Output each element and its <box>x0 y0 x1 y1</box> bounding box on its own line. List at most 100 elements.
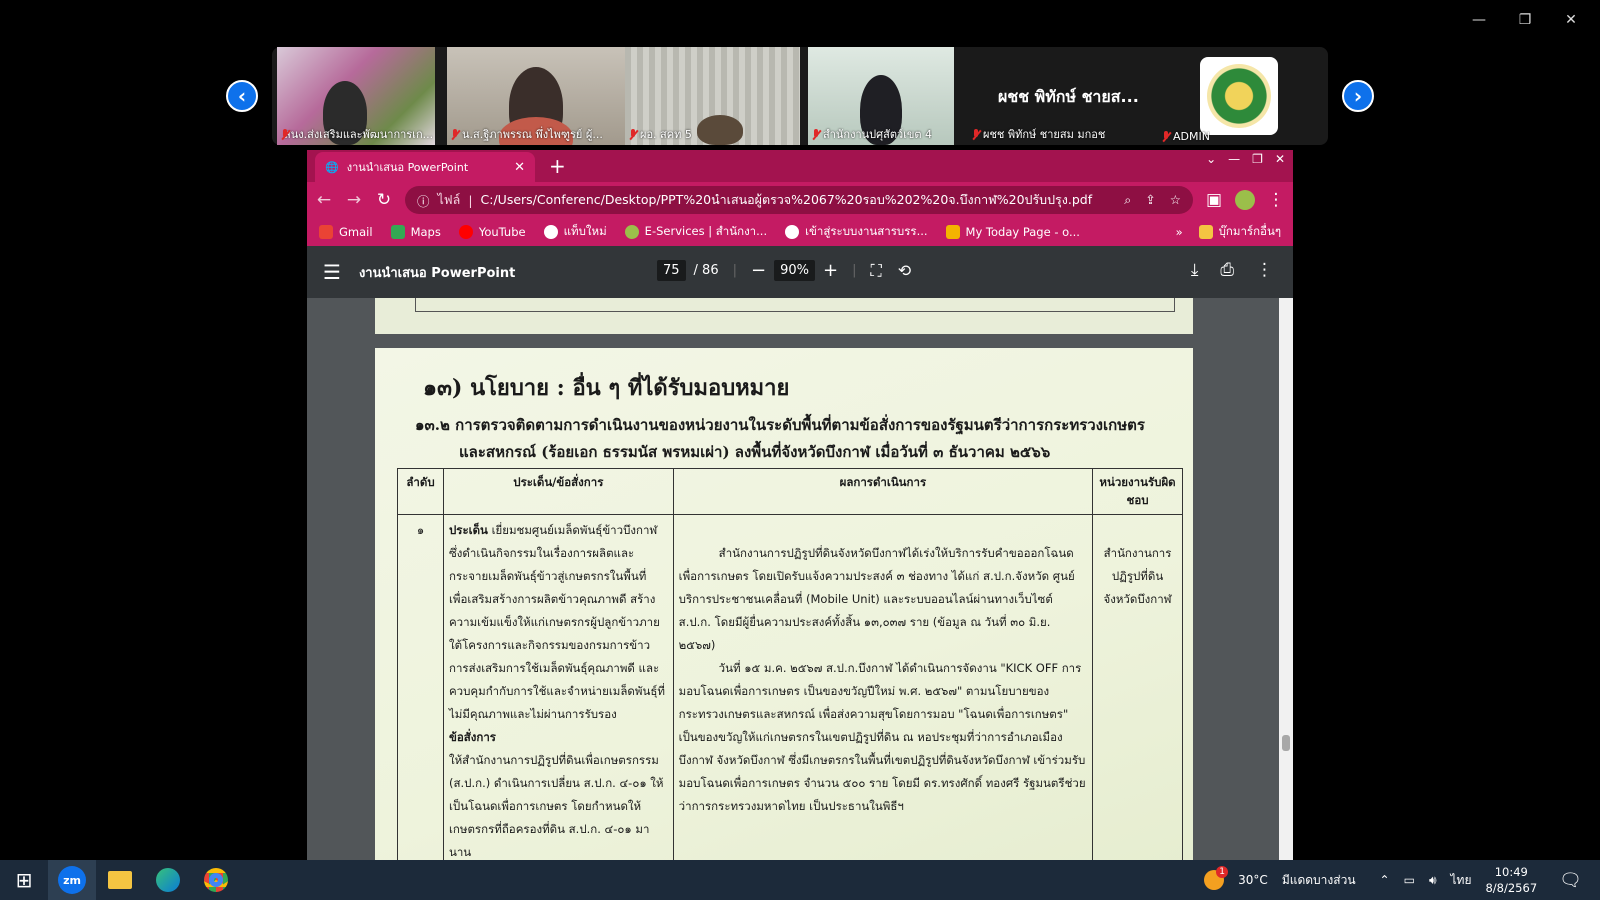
restore-icon[interactable]: ❐ <box>1504 8 1546 32</box>
minimize-icon[interactable]: — <box>1228 152 1240 166</box>
address-bar[interactable]: ⓘ ไฟล์ | C:/Users/Conferenc/Desktop/PPT%… <box>405 186 1193 214</box>
bookmark-gmail[interactable]: Gmail <box>319 225 373 239</box>
weather-icon[interactable]: 1 <box>1204 866 1229 890</box>
participant-tile[interactable]: ผอ. สคท 5 <box>625 47 800 145</box>
bookmark-new-tab[interactable]: แท็บใหม่ <box>543 223 607 241</box>
chrome-icon[interactable] <box>192 860 240 900</box>
close-icon[interactable]: ✕ <box>1275 152 1285 166</box>
result-paragraph: สำนักงานการปฏิรูปที่ดินจังหวัดบึงกาฬได้เ… <box>678 546 1075 652</box>
participant-name: ADMIN <box>1162 130 1210 143</box>
chevron-right-icon: › <box>1353 84 1363 108</box>
bookmarks-bar: Gmail Maps YouTube แท็บใหม่ E-Services |… <box>307 218 1293 246</box>
pdf-toolbar: ☰ งานนำเสนอ PowerPoint 75 / 86 | − 90% +… <box>307 246 1293 298</box>
bookmarks-overflow-button[interactable]: » <box>1176 225 1183 239</box>
restore-icon[interactable]: ❐ <box>1252 152 1263 166</box>
minimize-icon[interactable]: — <box>1458 8 1500 32</box>
participant-tile[interactable]: น.ส.ฐิภาพรรณ พึ่งไพฑูรย์ ผู้... <box>447 47 625 145</box>
participant-tile[interactable]: สนง.ส่งเสริมและพัฒนาการเก... <box>277 47 435 145</box>
zoom-logo-icon: zm <box>58 866 86 894</box>
page-navigator: 75 / 86 | − 90% + | ⛶ ⟲ <box>657 260 911 281</box>
kebab-menu-icon[interactable]: ⋮ <box>1267 190 1285 210</box>
mic-muted-icon <box>629 128 637 140</box>
clock[interactable]: 10:49 8/8/2567 <box>1485 864 1537 896</box>
slide-heading: ๑๓) นโยบาย : อื่น ๆ ที่ได้รับมอบหมาย <box>423 375 790 401</box>
zoom-app-icon[interactable]: zm <box>48 860 96 900</box>
table-row: ๑ ประเด็น เยี่ยมชมศูนย์เมล็ดพันธุ์ข้าวบึ… <box>397 514 1183 860</box>
input-language[interactable]: ไทย <box>1451 871 1472 890</box>
issue-text: เยี่ยมชมศูนย์เมล็ดพันธุ์ข้าวบึงกาฬ ซึ่งด… <box>448 523 665 721</box>
participant-name: ผชช พิทักษ์ ชายสม มกอช <box>972 125 1105 143</box>
tab-title: งานนำเสนอ PowerPoint <box>346 161 469 174</box>
participant-tile[interactable]: ผชช พิทักษ์ ชายส... ผชช พิทักษ์ ชายสม มก… <box>968 47 1158 145</box>
new-tab-button[interactable]: + <box>549 154 566 178</box>
other-bookmarks-folder[interactable]: บุ๊กมาร์กอื่นๆ <box>1198 223 1281 241</box>
bookmark-maps[interactable]: Maps <box>390 225 441 239</box>
page-total: / 86 <box>693 263 719 278</box>
speaker-icon[interactable]: 🔊︎ <box>1429 873 1437 888</box>
browser-tab[interactable]: 🌐 งานนำเสนอ PowerPoint ✕ <box>315 152 535 182</box>
share-icon[interactable]: ⇪ <box>1145 192 1155 208</box>
tab-search-icon[interactable]: ⌄ <box>1206 152 1216 166</box>
bookmark-saraban[interactable]: เข้าสู่ระบบงานสารบรร... <box>785 223 928 241</box>
zoom-input[interactable]: 90% <box>774 260 815 281</box>
gallery-prev-button[interactable]: ‹ <box>226 80 258 112</box>
toolbar: ← → ↻ ⓘ ไฟล์ | C:/Users/Conferenc/Deskto… <box>307 182 1293 218</box>
scrollbar[interactable] <box>1279 298 1293 860</box>
bookmarks-right: » บุ๊กมาร์กอื่นๆ <box>1176 223 1281 241</box>
globe-icon: 🌐 <box>325 160 339 174</box>
pdf-viewer[interactable]: ๑๓) นโยบาย : อื่น ๆ ที่ได้รับมอบหมาย ๑๓.… <box>307 298 1293 860</box>
chevron-up-icon[interactable]: ⌃ <box>1380 873 1390 887</box>
close-tab-icon[interactable]: ✕ <box>514 160 525 175</box>
page-number-input[interactable]: 75 <box>657 260 686 281</box>
reload-icon[interactable]: ↻ <box>375 190 393 210</box>
zoom-icon[interactable]: ⌕ <box>1124 192 1131 208</box>
participant-tile[interactable]: สำนักงานปศุสัตว์เขต 4 <box>808 47 954 145</box>
gallery-next-button[interactable]: › <box>1342 80 1374 112</box>
scrollbar-thumb[interactable] <box>1282 735 1290 751</box>
tab-window-controls: ⌄ — ❐ ✕ <box>1206 152 1285 166</box>
folder-icon <box>1198 225 1213 239</box>
pdf-actions: ⤓ ⎙ ⋮ <box>1191 260 1273 280</box>
edge-icon[interactable] <box>144 860 192 900</box>
mail-icon <box>945 225 960 239</box>
mic-muted-icon <box>972 128 980 140</box>
globe-icon <box>543 225 558 239</box>
zoom-in-icon[interactable]: + <box>823 260 838 281</box>
clock-time: 10:49 <box>1494 865 1528 879</box>
side-panel-icon[interactable]: ▣ <box>1205 190 1223 210</box>
download-icon[interactable]: ⤓ <box>1191 260 1199 280</box>
order-text: ให้สำนักงานการปฏิรูปที่ดินเพื่อเกษตรกรรม… <box>448 753 664 859</box>
mic-muted-icon <box>812 128 820 140</box>
back-icon[interactable]: ← <box>315 190 333 210</box>
bookmark-my-today-page[interactable]: My Today Page - o... <box>945 225 1080 239</box>
issue-cell: ประเด็น เยี่ยมชมศูนย์เมล็ดพันธุ์ข้าวบึงก… <box>442 514 674 860</box>
column-header: ผลการดำเนินการ <box>672 468 1094 515</box>
close-icon[interactable]: ✕ <box>1550 8 1592 32</box>
bookmark-e-services[interactable]: E-Services | สำนักงา... <box>624 223 767 241</box>
file-explorer-icon[interactable] <box>96 860 144 900</box>
fit-page-icon[interactable]: ⛶ <box>870 261 881 281</box>
column-header: ลำดับ <box>397 468 444 515</box>
column-header: หน่วยงานรับผิดชอบ <box>1092 468 1183 515</box>
participant-tile[interactable]: ADMIN <box>1158 47 1288 145</box>
tab-strip: 🌐 งานนำเสนอ PowerPoint ✕ + ⌄ — ❐ ✕ <box>307 150 1293 182</box>
weather-badge: 1 <box>1216 866 1229 878</box>
forward-icon[interactable]: → <box>345 190 363 210</box>
star-icon[interactable]: ☆ <box>1170 192 1181 208</box>
hamburger-menu-icon[interactable]: ☰ <box>323 260 341 284</box>
zoom-out-icon[interactable]: − <box>751 260 766 281</box>
profile-avatar[interactable] <box>1235 190 1255 210</box>
notification-icon[interactable]: 🗨︎ <box>1559 870 1582 891</box>
bookmark-youtube[interactable]: YouTube <box>458 225 526 239</box>
column-header: ประเด็น/ข้อสั่งการ <box>442 468 674 515</box>
network-icon[interactable]: ▭ <box>1404 873 1415 887</box>
participant-name: สนง.ส่งเสริมและพัฒนาการเก... <box>283 128 433 141</box>
taskbar: ⊞ zm 1 30°C มีแดดบางส่วน ⌃ ▭ 🔊︎ ไทย 10:4… <box>0 860 1600 900</box>
browser-window: 🌐 งานนำเสนอ PowerPoint ✕ + ⌄ — ❐ ✕ ← → ↻… <box>307 150 1293 860</box>
seal-icon <box>624 225 639 239</box>
start-button[interactable]: ⊞ <box>0 860 48 900</box>
rotate-icon[interactable]: ⟲ <box>898 261 911 280</box>
pdf-page: ๑๓) นโยบาย : อื่น ๆ ที่ได้รับมอบหมาย ๑๓.… <box>375 348 1193 860</box>
print-icon[interactable]: ⎙ <box>1220 260 1234 280</box>
more-options-icon[interactable]: ⋮ <box>1256 260 1273 280</box>
